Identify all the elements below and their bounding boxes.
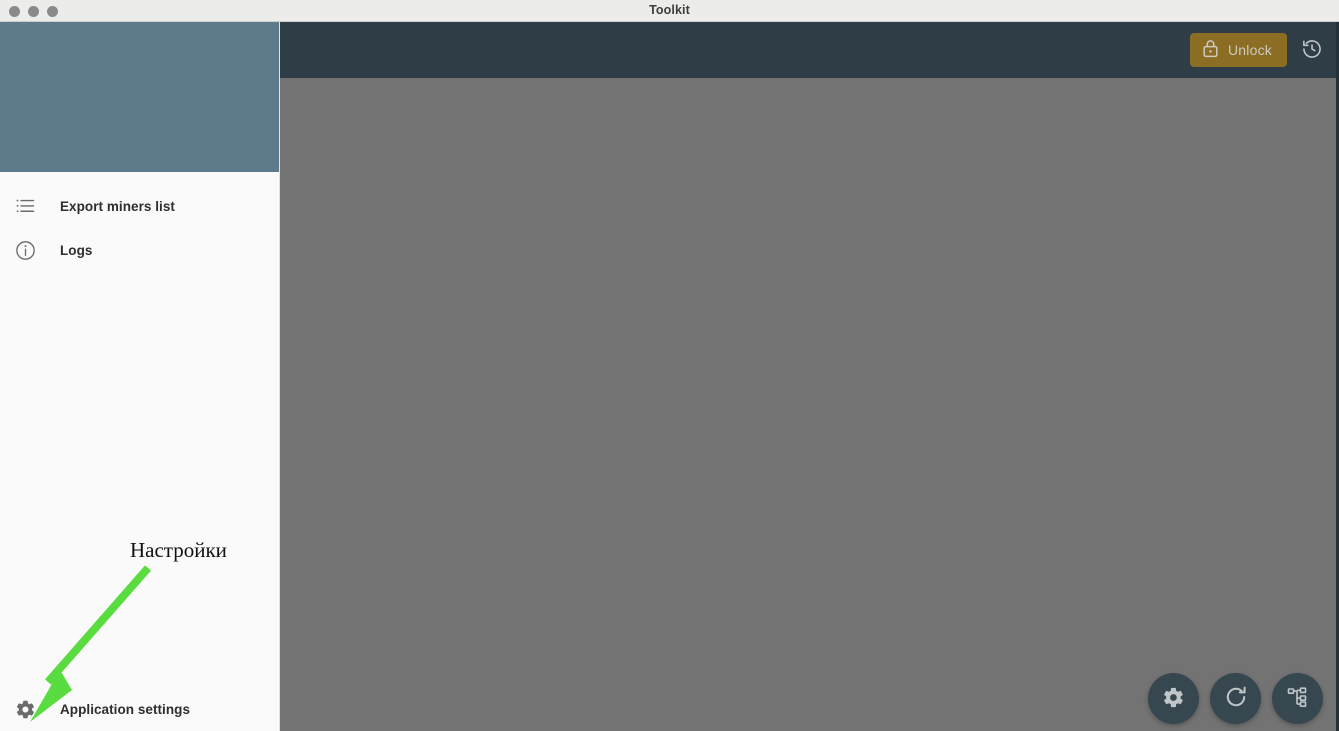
app-bar: Unlock xyxy=(280,22,1339,78)
refresh-fab[interactable] xyxy=(1210,673,1261,724)
sidebar: Export miners list Logs Application sett… xyxy=(0,22,280,731)
sidebar-menu: Export miners list Logs xyxy=(0,172,279,272)
window-titlebar: Toolkit xyxy=(0,0,1339,22)
unlock-label: Unlock xyxy=(1228,42,1272,58)
info-circle-icon xyxy=(12,240,38,261)
sidebar-item-label: Logs xyxy=(60,242,93,258)
sidebar-item-logs[interactable]: Logs xyxy=(0,228,279,272)
window-title: Toolkit xyxy=(649,3,690,17)
sidebar-item-label: Export miners list xyxy=(60,198,175,214)
content-scrim-overlay xyxy=(280,78,1339,731)
gear-icon xyxy=(1162,686,1185,712)
lock-icon xyxy=(1202,39,1219,61)
topology-fab[interactable] xyxy=(1272,673,1323,724)
list-icon xyxy=(12,198,38,214)
sidebar-item-application-settings[interactable]: Application settings xyxy=(0,691,279,727)
sitemap-icon xyxy=(1286,685,1310,712)
floating-action-buttons xyxy=(1148,673,1323,724)
main-content-area: Unlock xyxy=(280,22,1339,731)
application-window: Toolkit Unlock Export miners list Logs A… xyxy=(0,0,1339,731)
sidebar-item-label: Application settings xyxy=(60,701,191,717)
settings-fab[interactable] xyxy=(1148,673,1199,724)
gear-icon xyxy=(12,699,38,720)
history-icon xyxy=(1301,38,1323,63)
refresh-icon xyxy=(1224,685,1248,712)
sidebar-footer: Application settings xyxy=(0,691,279,731)
sidebar-item-export-miners-list[interactable]: Export miners list xyxy=(0,184,279,228)
sidebar-header-panel xyxy=(0,22,279,172)
history-button[interactable] xyxy=(1291,29,1333,71)
unlock-button[interactable]: Unlock xyxy=(1190,33,1287,67)
